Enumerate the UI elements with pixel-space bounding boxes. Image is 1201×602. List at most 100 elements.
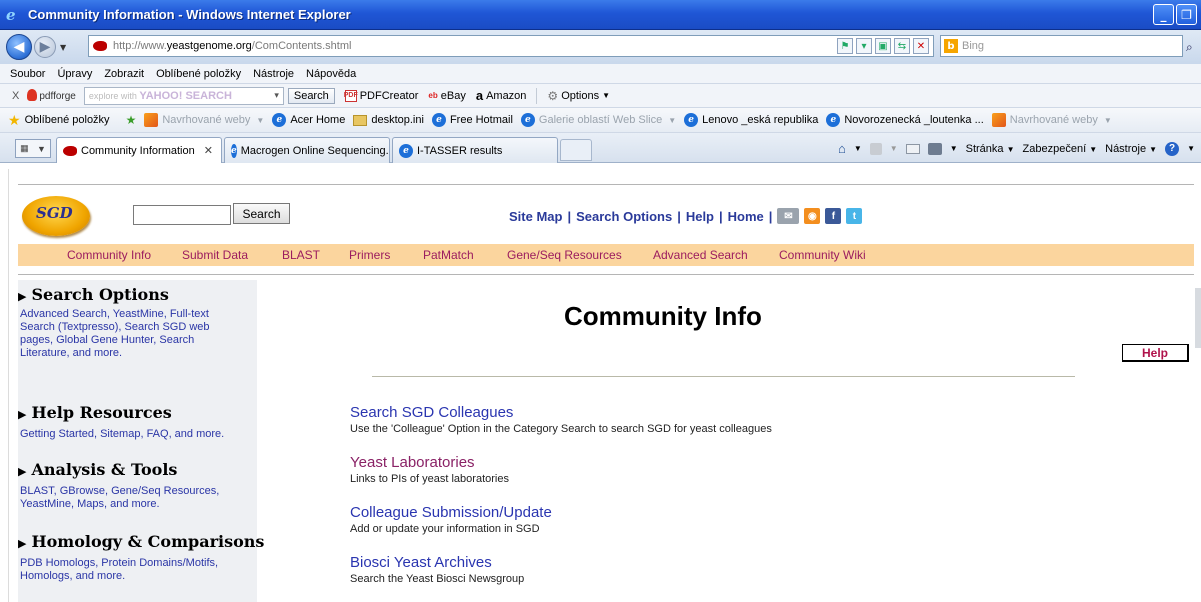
site-map-link[interactable]: Site Map — [509, 209, 562, 224]
sidebar-text-analysis-tools[interactable]: BLAST, GBrowse, Gene/Seq Resources, Yeas… — [20, 485, 252, 511]
new-tab-button[interactable] — [560, 139, 592, 161]
history-dropdown-icon[interactable]: ▼ — [60, 43, 66, 52]
sidebar-text-homology[interactable]: PDB Homologs, Protein Domains/Motifs, Ho… — [20, 557, 252, 583]
forward-button[interactable]: ▶ — [34, 36, 56, 58]
menu-help[interactable]: Nápověda — [306, 68, 356, 80]
url-dropdown-icon[interactable]: ▾ — [856, 38, 872, 54]
sgd-logo[interactable]: SGD — [22, 196, 90, 236]
rss-feed-icon[interactable]: ▣ — [875, 38, 891, 54]
fav-novorozenecka[interactable]: e Novorozenecká _loutenka ... — [826, 113, 984, 127]
fav-suggested-sites-2[interactable]: Navrhované weby ▼ — [991, 113, 1112, 127]
safety-menu[interactable]: Zabezpečení ▼ — [1023, 143, 1098, 155]
ie-page-icon: e — [520, 113, 535, 127]
fav-lenovo[interactable]: e Lenovo _eská republika — [684, 113, 818, 127]
fav-suggested-sites[interactable]: Navrhované weby ▼ — [144, 113, 264, 127]
ie-page-icon: e — [231, 143, 237, 158]
nav-gene-seq-resources[interactable]: Gene/Seq Resources — [507, 248, 622, 262]
menu-favorites[interactable]: Oblíbené položky — [156, 68, 241, 80]
print-icon[interactable] — [927, 142, 942, 155]
grid-icon: ▦ — [20, 143, 29, 153]
tab-macrogen[interactable]: e Macrogen Online Sequencing... — [224, 137, 390, 163]
home-link[interactable]: Home — [728, 209, 764, 224]
fav-web-slice-gallery[interactable]: e Galerie oblastí Web Slice ▼ — [520, 113, 676, 127]
divider — [372, 376, 1075, 377]
help-button[interactable]: Help — [1122, 344, 1189, 362]
quick-tabs-button[interactable]: ▦ ▼ — [15, 139, 51, 158]
page-menu[interactable]: Stránka ▼ — [966, 143, 1015, 155]
nav-advanced-search[interactable]: Advanced Search — [653, 248, 748, 262]
nav-submit-data[interactable]: Submit Data — [182, 248, 248, 262]
mail-icon[interactable] — [905, 143, 920, 154]
favorites-button[interactable]: ★ Oblíbené položky — [8, 112, 110, 129]
sidebar-text-search-options[interactable]: Advanced Search, YeastMine, Full-text Se… — [20, 308, 232, 360]
stop-icon[interactable]: ✕ — [913, 38, 929, 54]
twitter-icon[interactable]: t — [846, 208, 863, 224]
rss-icon[interactable] — [869, 142, 882, 155]
triangle-right-icon: ▶ — [18, 290, 27, 303]
sgd-search-button[interactable]: Search — [233, 203, 290, 224]
close-tab-icon[interactable]: ✕ — [204, 144, 213, 157]
menu-tools[interactable]: Nástroje — [253, 68, 294, 80]
nav-blast[interactable]: BLAST — [282, 248, 320, 262]
result-yeast-laboratories: Yeast Laboratories Links to PIs of yeast… — [350, 454, 509, 485]
yahoo-search-button[interactable]: Search — [287, 87, 335, 104]
email-icon[interactable]: ✉ — [777, 208, 800, 224]
sidebar-heading-analysis-tools[interactable]: ▶ Analysis & Tools — [18, 460, 177, 479]
search-options-link[interactable]: Search Options — [576, 209, 672, 224]
compat-view-icon[interactable]: ⚑ — [837, 38, 853, 54]
ebay-button[interactable]: eb eBay — [428, 90, 465, 102]
chevron-down-icon[interactable]: ▼ — [854, 144, 862, 153]
rss-icon[interactable]: ◉ — [804, 208, 821, 224]
fav-desktop-ini[interactable]: desktop.ini — [353, 114, 424, 126]
sidebar-text-help-resources[interactable]: Getting Started, Sitemap, FAQ, and more. — [20, 428, 256, 441]
nav-patmatch[interactable]: PatMatch — [423, 248, 474, 262]
pdfforge-logo[interactable]: pdfforge — [27, 89, 76, 102]
url-field[interactable]: http://www.yeastgenome.org/ComContents.s… — [88, 35, 934, 57]
nav-primers[interactable]: Primers — [349, 248, 390, 262]
refresh-icon[interactable]: ⇆ — [894, 38, 910, 54]
toolbar-close-button[interactable]: X — [12, 90, 19, 102]
options-button[interactable]: ⚙ Options ▼ — [547, 89, 610, 103]
menu-view[interactable]: Zobrazit — [104, 68, 144, 80]
pdfcreator-button[interactable]: PDF PDFCreator — [344, 89, 418, 102]
maximize-button[interactable]: ❐ — [1176, 4, 1197, 25]
sidebar-heading-search-options[interactable]: ▶ Search Options — [18, 285, 169, 304]
yahoo-search-input[interactable]: explore with YAHOO! SEARCH ▾ — [83, 86, 284, 105]
triangle-right-icon: ▶ — [18, 465, 27, 478]
result-link[interactable]: Biosci Yeast Archives — [350, 554, 524, 571]
help-link[interactable]: Help — [686, 209, 714, 224]
result-link[interactable]: Yeast Laboratories — [350, 454, 509, 471]
sgd-search-input[interactable] — [133, 205, 231, 225]
search-go-icon[interactable]: ⌕ — [1186, 40, 1200, 54]
menu-bar: Soubor Úpravy Zobrazit Oblíbené položky … — [0, 64, 1201, 84]
add-favorite-button[interactable]: ★ — [126, 113, 137, 127]
facebook-icon[interactable]: f — [825, 208, 842, 224]
nav-community-info[interactable]: Community Info — [67, 248, 151, 262]
triangle-right-icon: ▶ — [18, 537, 27, 550]
fav-acer-home[interactable]: e Acer Home — [272, 113, 345, 127]
nav-community-wiki[interactable]: Community Wiki — [779, 248, 866, 262]
bing-search-field[interactable]: b Bing — [940, 35, 1183, 57]
amazon-button[interactable]: a Amazon — [476, 88, 527, 103]
sidebar-heading-help-resources[interactable]: ▶ Help Resources — [18, 403, 172, 422]
home-icon[interactable]: ⌂ — [838, 141, 846, 156]
result-search-colleagues: Search SGD Colleagues Use the 'Colleague… — [350, 404, 772, 435]
menu-edit[interactable]: Úpravy — [57, 68, 92, 80]
chevron-down-icon[interactable]: ▼ — [950, 144, 958, 153]
chevron-down-icon[interactable]: ▼ — [1187, 144, 1195, 153]
back-button[interactable]: ◀ — [6, 34, 32, 60]
page-scrollbar[interactable] — [1195, 288, 1201, 348]
fav-free-hotmail[interactable]: e Free Hotmail — [431, 113, 513, 127]
minimize-button[interactable]: _ — [1153, 4, 1174, 25]
result-link[interactable]: Colleague Submission/Update — [350, 504, 552, 521]
tools-menu[interactable]: Nástroje ▼ — [1105, 143, 1157, 155]
sidebar-heading-homology[interactable]: ▶ Homology & Comparisons — [18, 532, 264, 551]
help-icon[interactable]: ? — [1165, 141, 1180, 156]
menu-file[interactable]: Soubor — [10, 68, 45, 80]
tab-itasser[interactable]: e I-TASSER results — [392, 137, 558, 163]
tab-community-information[interactable]: Community Information ✕ — [56, 137, 222, 163]
chevron-down-icon[interactable]: ▼ — [890, 144, 898, 153]
result-link[interactable]: Search SGD Colleagues — [350, 404, 772, 421]
arrow-right-icon: ▶ — [39, 39, 51, 55]
yahoo-dropdown-icon[interactable]: ▾ — [274, 90, 279, 101]
